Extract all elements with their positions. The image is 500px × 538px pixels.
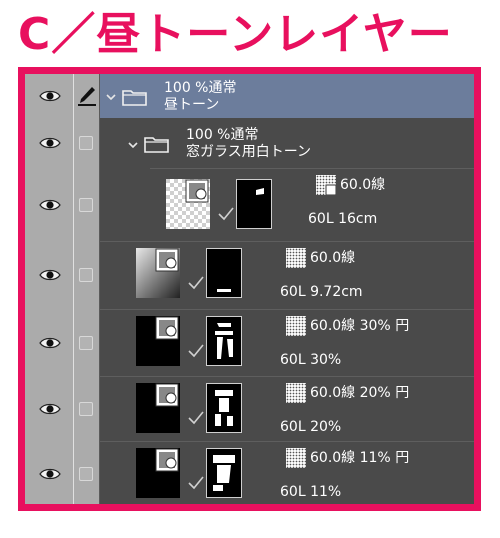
layer-name-label: 窓ガラス用白トーン — [186, 144, 312, 160]
layer-mask-thumbnail — [236, 179, 272, 229]
tone-settings-label: 60.0線 — [310, 250, 356, 266]
layer-detail-label: 60L 30% — [280, 352, 342, 368]
page-title: C／昼トーンレイヤー — [18, 9, 453, 60]
layer-row-content: 60.0線 20% 円 60L 20% — [100, 377, 474, 441]
checker-icon — [316, 175, 336, 195]
layer-row-content: 60.0線 60L 9.72cm — [100, 242, 474, 309]
checker-icon — [286, 316, 306, 336]
layer-detail-label: 60L 9.72cm — [280, 284, 363, 300]
chevron-down-icon[interactable] — [128, 140, 138, 150]
check-mark-icon — [188, 476, 204, 490]
layer-row-folder-window-tone[interactable]: 100 %通常 窓ガラス用白トーン — [25, 118, 474, 168]
highlight-frame: 100 %通常 昼トーン 100 %通常 窓ガラス用白トーン 60.0線 60L… — [18, 67, 481, 511]
layer-thumbnail — [136, 316, 180, 366]
layer-row-tone-16cm[interactable]: 60.0線 60L 16cm — [25, 169, 474, 241]
layer-detail-label: 60L 11% — [280, 484, 342, 500]
tone-settings-label: 60.0線 20% 円 — [310, 385, 410, 401]
eye-icon[interactable] — [39, 136, 61, 150]
layer-mask-thumbnail — [206, 448, 242, 498]
layer-thumbnail — [166, 179, 210, 229]
layer-row-content: 60.0線 30% 円 60L 30% — [100, 310, 474, 376]
checkbox-icon[interactable] — [79, 467, 93, 481]
checker-icon — [286, 248, 306, 268]
checkbox-icon[interactable] — [79, 336, 93, 350]
check-mark-icon — [218, 207, 234, 221]
eye-icon[interactable] — [39, 268, 61, 282]
mask-shape — [256, 188, 264, 195]
layer-thumbnail — [136, 448, 180, 498]
layer-mask-thumbnail — [206, 248, 242, 298]
layer-name-label: 昼トーン — [164, 97, 220, 113]
layer-detail-label: 60L 20% — [280, 419, 342, 435]
checkbox-icon[interactable] — [79, 402, 93, 416]
checkbox-icon[interactable] — [79, 268, 93, 282]
eye-icon[interactable] — [39, 402, 61, 416]
layer-mask-thumbnail — [206, 316, 242, 366]
eye-icon[interactable] — [39, 89, 61, 103]
checkbox-icon[interactable] — [79, 136, 93, 150]
checker-icon — [286, 383, 306, 403]
layer-thumbnail — [136, 383, 180, 433]
layer-row-folder-hiru-tone[interactable]: 100 %通常 昼トーン — [25, 74, 474, 118]
check-mark-icon — [188, 276, 204, 290]
layer-row-content: 60.0線 60L 16cm — [100, 169, 474, 241]
folder-icon — [144, 137, 169, 153]
layer-mask-thumbnail — [206, 383, 242, 433]
tone-settings-label: 60.0線 — [340, 177, 386, 193]
eye-icon[interactable] — [39, 198, 61, 212]
mask-shape — [217, 289, 231, 292]
tone-settings-label: 60.0線 30% 円 — [310, 318, 410, 334]
tone-settings-label: 60.0線 11% 円 — [310, 450, 410, 466]
checkbox-icon[interactable] — [79, 198, 93, 212]
layer-detail-label: 60L 16cm — [308, 211, 378, 227]
layer-row-tone-972cm[interactable]: 60.0線 60L 9.72cm — [25, 242, 474, 309]
layer-blend-label: 100 %通常 — [164, 80, 237, 96]
check-mark-icon — [188, 344, 204, 358]
layer-row-tone-20[interactable]: 60.0線 20% 円 60L 20% — [25, 377, 474, 441]
layer-panel: 100 %通常 昼トーン 100 %通常 窓ガラス用白トーン 60.0線 60L… — [25, 74, 474, 504]
eye-icon[interactable] — [39, 467, 61, 481]
layer-row-content: 100 %通常 窓ガラス用白トーン — [100, 118, 474, 168]
check-mark-icon — [188, 411, 204, 425]
chevron-down-icon[interactable] — [106, 92, 116, 102]
mask-shape — [215, 390, 233, 426]
folder-icon — [122, 90, 147, 106]
layer-blend-label: 100 %通常 — [186, 127, 259, 143]
layer-row-tone-30[interactable]: 60.0線 30% 円 60L 30% — [25, 310, 474, 376]
mask-shape — [215, 323, 233, 359]
checker-icon — [286, 448, 306, 468]
layer-thumbnail — [136, 248, 180, 298]
layer-row-content: 60.0線 11% 円 60L 11% — [100, 442, 474, 504]
mask-shape — [213, 455, 235, 491]
layer-row-tone-11[interactable]: 60.0線 11% 円 60L 11% — [25, 442, 474, 504]
eye-icon[interactable] — [39, 336, 61, 350]
layer-row-content: 100 %通常 昼トーン — [100, 74, 474, 118]
pen-icon — [78, 87, 96, 106]
